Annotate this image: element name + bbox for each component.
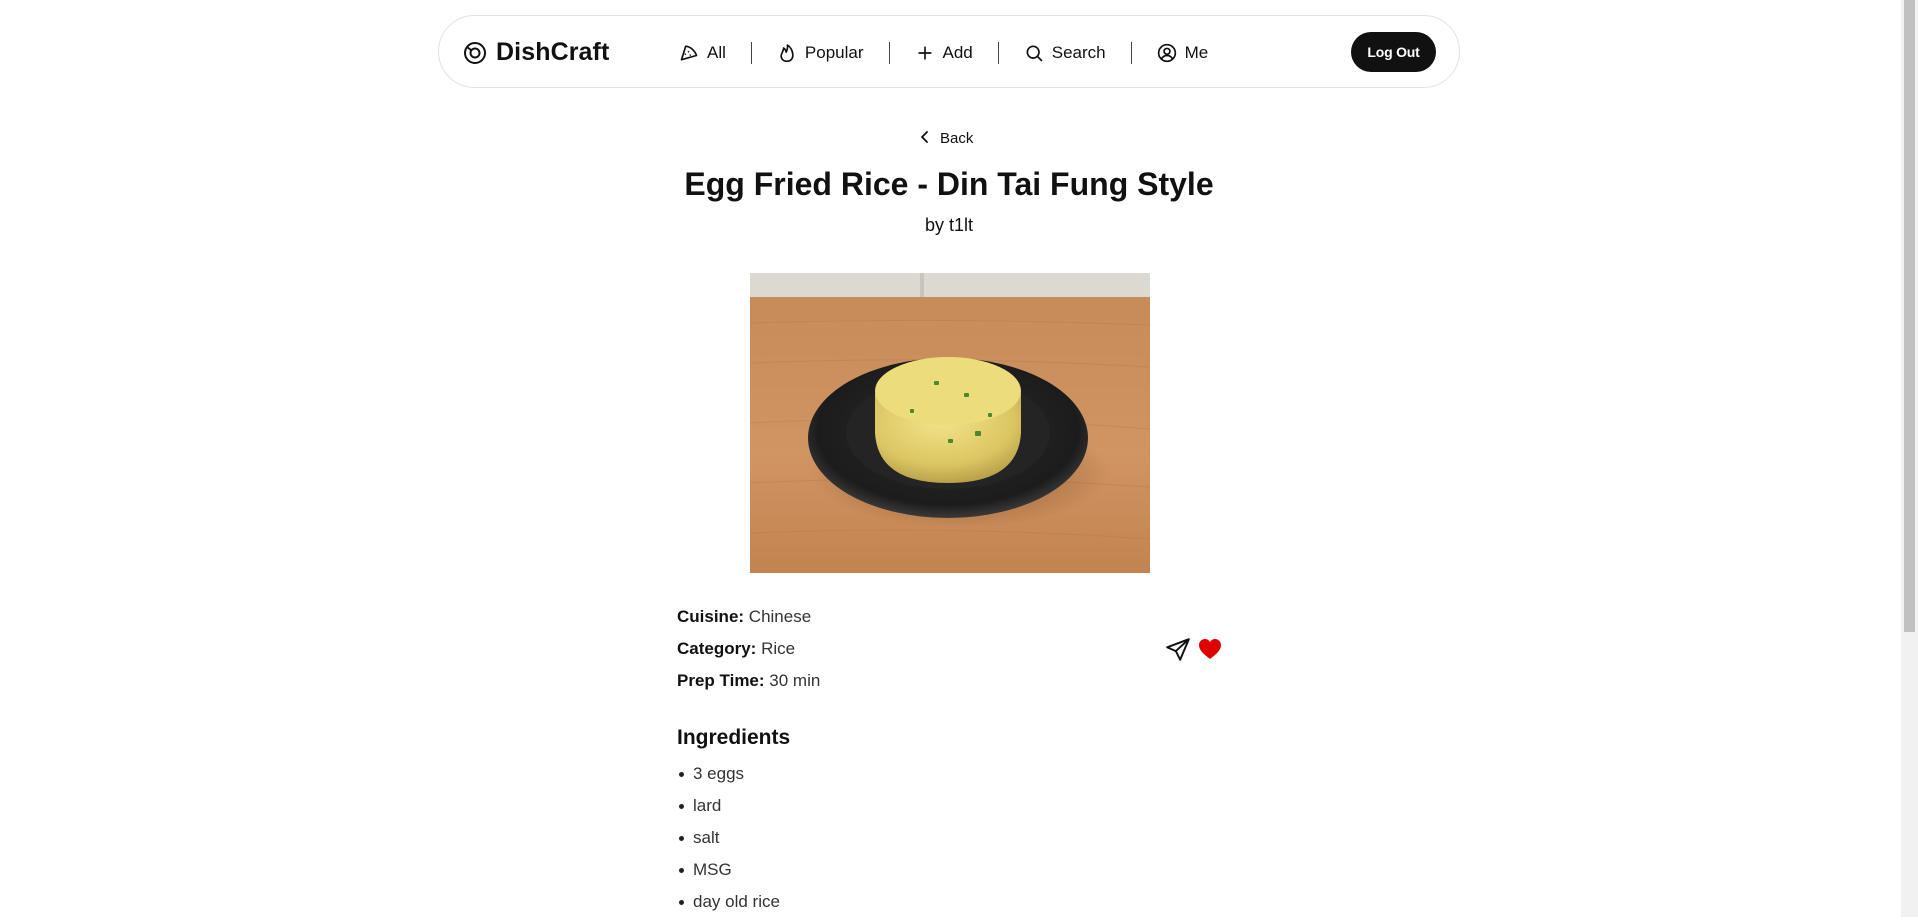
ingredient-item: day old rice (679, 888, 780, 920)
prep-time-label: Prep Time: (677, 671, 765, 690)
scrollbar-track[interactable] (1901, 0, 1918, 917)
nav-item-add[interactable]: Add (915, 43, 973, 63)
chevron-left-icon (920, 130, 930, 147)
category-row: Category: Rice (677, 639, 795, 659)
log-out-button[interactable]: Log Out (1351, 32, 1436, 72)
favorite-heart-icon[interactable] (1198, 638, 1222, 665)
prep-time-row: Prep Time: 30 min (677, 671, 820, 691)
prep-time-value: 30 min (769, 671, 821, 690)
ingredients-list: 3 eggs lard salt MSG day old rice (677, 760, 780, 920)
cuisine-row: Cuisine: Chinese (677, 607, 811, 627)
cuisine-label: Cuisine: (677, 607, 745, 626)
back-label: Back (940, 130, 974, 147)
ingredient-item: MSG (679, 856, 780, 888)
nav-divider (750, 41, 752, 64)
recipe-title: Egg Fried Rice - Din Tai Fung Style (684, 166, 1214, 202)
ingredient-item: salt (679, 824, 780, 856)
back-link[interactable]: Back (920, 130, 973, 147)
brand-logo[interactable]: DishCraft (463, 16, 609, 89)
search-icon (1024, 43, 1044, 63)
scrollbar-thumb[interactable] (1904, 0, 1915, 632)
nav-item-all[interactable]: All (679, 43, 726, 63)
flame-icon (777, 43, 797, 63)
nav-label-popular: Popular (804, 42, 864, 62)
nav-item-popular[interactable]: Popular (777, 43, 864, 63)
nav-divider (997, 41, 999, 64)
cuisine-value: Chinese (748, 607, 812, 626)
category-value: Rice (761, 639, 796, 658)
nav-item-me[interactable]: Me (1157, 42, 1209, 63)
nav-item-search[interactable]: Search (1024, 43, 1106, 63)
pizza-slice-icon (679, 43, 699, 63)
nav-label-search: Search (1051, 42, 1106, 62)
category-label: Category: (677, 639, 757, 658)
recipe-photo (750, 273, 1150, 573)
brand-name: DishCraft (496, 38, 610, 66)
nav-divider (1130, 41, 1132, 64)
top-navbar: DishCraft All Popular Add Search Me Log … (438, 15, 1460, 88)
plus-icon (915, 43, 935, 63)
ingredient-item: 3 eggs (679, 760, 780, 792)
main-nav: All Popular Add Search Me (679, 16, 1208, 89)
nav-label-me: Me (1184, 42, 1209, 62)
user-circle-icon (1157, 43, 1177, 63)
nav-label-add: Add (942, 42, 973, 62)
dish-logo-icon (463, 41, 487, 65)
recipe-author: by t1lt (924, 215, 974, 235)
nav-divider (888, 41, 890, 64)
ingredient-item: lard (679, 792, 780, 824)
nav-label-all: All (707, 42, 726, 62)
ingredients-heading: Ingredients (677, 726, 791, 749)
share-send-icon[interactable] (1165, 637, 1191, 668)
